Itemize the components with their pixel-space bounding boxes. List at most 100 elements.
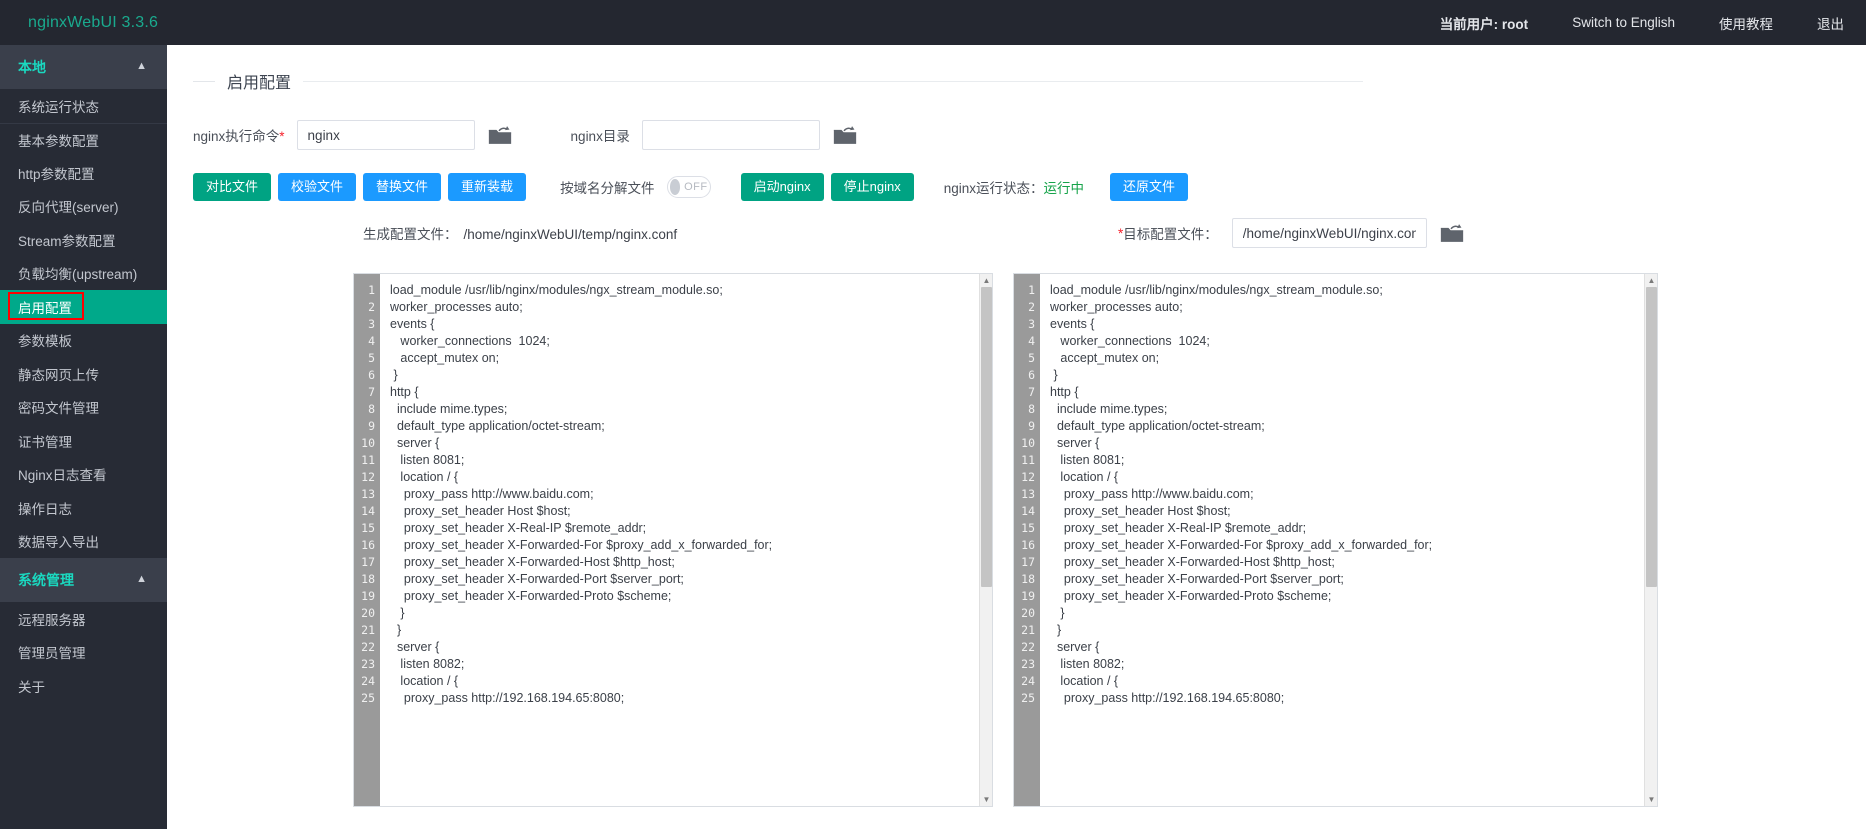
top-bar: nginxWebUI 3.3.6 当前用户: root Switch to En… [0, 0, 1866, 45]
sidebar-item-system-status[interactable]: 系统运行状态 [0, 89, 167, 123]
sidebar-item-label: 证书管理 [18, 434, 72, 450]
sidebar-item-label: 关于 [18, 679, 45, 695]
line-number-gutter: 1 2 3 4 5 6 7 8 9 10 11 12 13 14 15 16 17 18 19 20 21 22 23 24 2… [1014, 274, 1040, 806]
logout-link[interactable]: 退出 [1817, 13, 1844, 33]
sidebar-item-label: 管理员管理 [18, 646, 86, 662]
page-title: 启用配置 [227, 75, 292, 92]
sidebar-item-about[interactable]: 关于 [0, 669, 167, 703]
reload-button[interactable]: 重新装载 [448, 173, 527, 201]
sidebar-item-label: 操作日志 [18, 501, 72, 517]
start-nginx-button[interactable]: 启动nginx [740, 173, 824, 201]
folder-upload-icon[interactable] [1439, 220, 1465, 246]
page-title-row: 启用配置 [193, 69, 1363, 93]
sidebar-item-upstream[interactable]: 负载均衡(upstream) [0, 257, 167, 291]
sidebar-item-label: 系统运行状态 [18, 99, 99, 115]
sidebar-item-label: 静态网页上传 [18, 367, 99, 383]
nginx-dir-input[interactable] [641, 120, 820, 150]
tutorial-link[interactable]: 使用教程 [1719, 13, 1773, 33]
app-root: nginxWebUI 3.3.6 当前用户: root Switch to En… [0, 0, 1866, 829]
toggle-state-label: OFF [684, 181, 708, 193]
sidebar-group-local-label: 本地 [18, 59, 46, 75]
sidebar-item-label: Stream参数配置 [18, 233, 116, 249]
scroll-down-icon[interactable]: ▼ [980, 793, 992, 806]
sidebar-item-enable-config[interactable]: 启用配置 [0, 290, 167, 324]
line-number-gutter: 1 2 3 4 5 6 7 8 9 10 11 12 13 14 15 16 17 18 19 20 21 22 23 24 2… [354, 274, 380, 806]
toggle-knob [669, 179, 681, 195]
switch-language-link[interactable]: Switch to English [1572, 15, 1675, 30]
scrollbar-thumb[interactable] [981, 287, 992, 587]
nginx-cmd-input[interactable] [296, 120, 475, 150]
sidebar-item-data-import-export[interactable]: 数据导入导出 [0, 525, 167, 559]
stop-nginx-button[interactable]: 停止nginx [830, 173, 914, 201]
split-by-domain-label: 按域名分解文件 [560, 181, 655, 196]
nginx-status: nginx运行状态：运行中 [944, 177, 1084, 197]
chevron-up-icon: ▲ [136, 573, 147, 585]
sidebar: 本地 ▲ 系统运行状态 基本参数配置 http参数配置 反向代理(server)… [0, 45, 167, 829]
nginx-status-label: nginx运行状态： [943, 181, 1044, 196]
app-brand: nginxWebUI 3.3.6 [28, 13, 159, 31]
sidebar-item-admin-manage[interactable]: 管理员管理 [0, 636, 167, 670]
restore-file-button[interactable]: 还原文件 [1110, 173, 1189, 201]
target-config-row: * 目标配置文件： [1118, 218, 1465, 248]
replace-file-button[interactable]: 替换文件 [363, 173, 442, 201]
nginx-dir-label: nginx目录 [570, 129, 630, 144]
main-content: 启用配置 nginx执行命令* nginx目录 [167, 45, 1866, 829]
editor-scrollbar-left[interactable]: ▲ ▼ [979, 274, 992, 806]
sidebar-item-remote-server[interactable]: 远程服务器 [0, 602, 167, 636]
title-rule-left [193, 80, 215, 82]
sidebar-item-http-params[interactable]: http参数配置 [0, 156, 167, 190]
sidebar-item-cert-manage[interactable]: 证书管理 [0, 424, 167, 458]
target-config-label: 目标配置文件： [1123, 227, 1218, 242]
folder-upload-icon[interactable] [832, 122, 858, 148]
scrollbar-thumb[interactable] [1646, 287, 1657, 587]
sidebar-item-label: 密码文件管理 [18, 401, 99, 417]
paths-row: 生成配置文件：/home/nginxWebUI/temp/nginx.conf … [167, 218, 1866, 251]
sidebar-group-system-label: 系统管理 [18, 572, 74, 588]
compare-file-button[interactable]: 对比文件 [193, 173, 272, 201]
sidebar-item-label: 反向代理(server) [18, 200, 119, 216]
check-file-button[interactable]: 校验文件 [278, 173, 357, 201]
sidebar-item-password-files[interactable]: 密码文件管理 [0, 391, 167, 425]
config-code-right[interactable]: load_module /usr/lib/nginx/modules/ngx_s… [1040, 274, 1644, 806]
target-config-editor[interactable]: 1 2 3 4 5 6 7 8 9 10 11 12 13 14 15 16 17 18 19 20 21 22 23 24 2… [1013, 273, 1658, 807]
required-marker: * [279, 129, 285, 144]
sidebar-item-label: http参数配置 [18, 166, 95, 182]
sidebar-item-label: 远程服务器 [18, 612, 86, 628]
sidebar-item-operation-logs[interactable]: 操作日志 [0, 491, 167, 525]
sidebar-item-label: 参数模板 [18, 334, 72, 350]
sidebar-item-label: 负载均衡(upstream) [18, 267, 138, 283]
target-config-input[interactable] [1231, 218, 1427, 248]
sidebar-item-basic-params[interactable]: 基本参数配置 [0, 122, 167, 157]
nginx-cmd-label: nginx执行命令* [193, 125, 285, 145]
title-rule-right [303, 80, 1363, 82]
sidebar-item-label: Nginx日志查看 [18, 468, 107, 484]
sidebar-item-static-upload[interactable]: 静态网页上传 [0, 357, 167, 391]
folder-upload-icon[interactable] [487, 122, 513, 148]
sidebar-item-reverse-proxy[interactable]: 反向代理(server) [0, 190, 167, 224]
scroll-up-icon[interactable]: ▲ [1645, 274, 1657, 287]
nginx-cmd-label-text: nginx执行命令 [193, 129, 280, 144]
sidebar-item-stream-params[interactable]: Stream参数配置 [0, 223, 167, 257]
editors-area: 1 2 3 4 5 6 7 8 9 10 11 12 13 14 15 16 17 18 19 20 21 22 23 24 2… [167, 273, 1866, 829]
sidebar-item-param-template[interactable]: 参数模板 [0, 324, 167, 358]
editor-scrollbar-right[interactable]: ▲ ▼ [1644, 274, 1657, 806]
nginx-status-value: 运行中 [1043, 181, 1085, 196]
sidebar-item-label: 启用配置 [18, 300, 72, 316]
generated-config-path: 生成配置文件： /home/nginxWebUI/temp/nginx.conf [363, 223, 677, 243]
generated-config-editor[interactable]: 1 2 3 4 5 6 7 8 9 10 11 12 13 14 15 16 17 18 19 20 21 22 23 24 2… [353, 273, 993, 807]
sidebar-group-local[interactable]: 本地 ▲ [0, 45, 167, 89]
scroll-down-icon[interactable]: ▼ [1645, 793, 1657, 806]
form-row: nginx执行命令* nginx目录 [193, 119, 1866, 151]
sidebar-item-label: 数据导入导出 [18, 535, 99, 551]
split-by-domain-toggle[interactable]: OFF [666, 176, 711, 198]
generated-config-value: /home/nginxWebUI/temp/nginx.conf [463, 227, 678, 242]
scroll-up-icon[interactable]: ▲ [980, 274, 992, 287]
generated-config-label: 生成配置文件： [363, 227, 458, 242]
current-user-label: 当前用户: root [1439, 16, 1529, 32]
action-toolbar: 对比文件 校验文件 替换文件 重新装载 按域名分解文件 OFF 启动nginx … [193, 173, 1866, 201]
sidebar-group-system[interactable]: 系统管理 ▲ [0, 558, 167, 602]
config-code-left[interactable]: load_module /usr/lib/nginx/modules/ngx_s… [380, 274, 979, 806]
sidebar-item-nginx-logs[interactable]: Nginx日志查看 [0, 458, 167, 492]
sidebar-item-label: 基本参数配置 [18, 133, 99, 149]
chevron-up-icon: ▲ [136, 60, 147, 72]
